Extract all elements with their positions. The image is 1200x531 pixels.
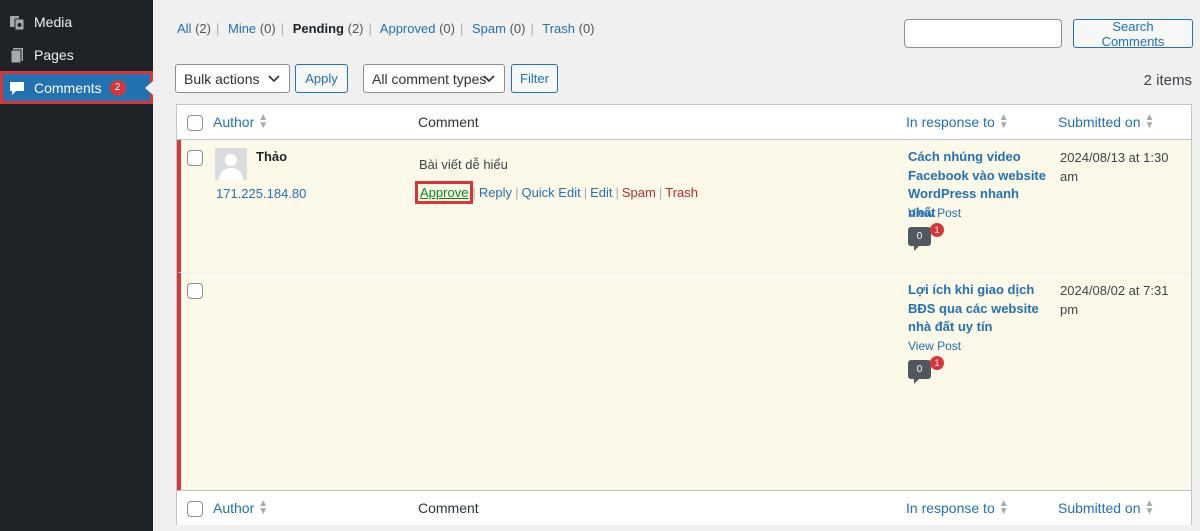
filter-spam[interactable]: Spam xyxy=(472,21,506,36)
sort-in-response-to[interactable]: In response to ▲ ▼ xyxy=(906,498,1009,517)
approved-comments-bubble[interactable]: 0 xyxy=(908,227,931,251)
select-all-checkbox[interactable] xyxy=(187,115,203,131)
avatar xyxy=(215,148,247,180)
status-filter-links: All (2) | Mine (0) | Pending (2) | Approved… xyxy=(177,21,595,36)
column-submitted-label: Submitted on xyxy=(1058,114,1141,130)
filter-approved-count: (0) xyxy=(439,21,455,36)
items-count: 2 items xyxy=(1143,72,1192,89)
view-post-link[interactable]: View Post xyxy=(908,339,961,353)
column-submitted-label: Submitted on xyxy=(1058,500,1141,516)
trash-link[interactable]: Trash xyxy=(665,185,698,200)
sidebar-item-media[interactable]: Media xyxy=(0,5,153,38)
column-response-label: In response to xyxy=(906,500,995,516)
sort-icon: ▲ ▼ xyxy=(1144,112,1155,131)
sort-submitted-on[interactable]: Submitted on ▲ ▼ xyxy=(1058,112,1155,131)
comment-text: Bài viết dễ hiểu xyxy=(419,157,508,172)
sort-icon: ▲ ▼ xyxy=(258,112,269,131)
filter-approved[interactable]: Approved xyxy=(380,21,436,36)
filter-divider: | xyxy=(530,21,534,36)
filter-divider: | xyxy=(368,21,372,36)
comments-count-badge: 2 xyxy=(109,79,126,96)
action-divider: | xyxy=(615,185,619,200)
filter-divider: | xyxy=(280,21,285,36)
filter-pending-count: (2) xyxy=(347,21,364,36)
column-comment-label: Comment xyxy=(418,114,479,130)
spam-link[interactable]: Spam xyxy=(622,185,656,200)
pending-comments-badge: 1 xyxy=(930,223,944,237)
sort-author[interactable]: Author ▲ ▼ xyxy=(213,112,269,131)
column-author-label: Author xyxy=(213,500,255,516)
sort-icon: ▲ ▼ xyxy=(998,112,1009,131)
action-divider: | xyxy=(583,185,588,200)
row-checkbox[interactable] xyxy=(187,150,203,166)
sort-icon: ▲ ▼ xyxy=(998,498,1009,517)
quick-edit-link[interactable]: Quick Edit xyxy=(521,185,580,200)
sidebar-item-label: Media xyxy=(34,13,73,30)
sort-submitted-on[interactable]: Submitted on ▲ ▼ xyxy=(1058,498,1155,517)
filter-trash-count: (0) xyxy=(578,21,595,36)
chevron-down-icon xyxy=(483,75,495,83)
filter-all-count: (2) xyxy=(195,21,211,36)
select-all-checkbox[interactable] xyxy=(187,501,203,517)
row-checkbox[interactable] xyxy=(187,283,203,299)
author-name: Thảo xyxy=(256,149,288,164)
filter-divider: | xyxy=(215,21,220,36)
table-row: Lợi ích khi giao dịch BĐS qua các websit… xyxy=(177,273,1191,490)
approve-link[interactable]: Approve xyxy=(414,181,474,204)
pending-comments-badge: 1 xyxy=(930,356,944,370)
comments-table: Author ▲ ▼ Comment In response to ▲ ▼ Subm… xyxy=(176,104,1192,525)
approved-comments-bubble[interactable]: 0 xyxy=(908,360,931,384)
comments-icon xyxy=(0,79,34,97)
apply-button[interactable]: Apply xyxy=(295,64,348,93)
edit-link[interactable]: Edit xyxy=(590,185,612,200)
filter-mine-count: (0) xyxy=(259,21,276,36)
row-actions: Approve | Reply | Quick Edit | Edit | Spam | Trash xyxy=(414,181,698,204)
submitted-date: 2024/08/13 at 1:30 am xyxy=(1060,150,1169,184)
media-icon xyxy=(0,13,34,31)
table-footer: Author ▲ ▼ Comment In response to ▲ ▼ Subm… xyxy=(177,490,1191,525)
search-comments-input[interactable] xyxy=(904,19,1062,48)
sort-in-response-to[interactable]: In response to ▲ ▼ xyxy=(906,112,1009,131)
filter-mine[interactable]: Mine xyxy=(228,21,256,36)
post-title-link[interactable]: Lợi ích khi giao dịch BĐS qua các websit… xyxy=(908,281,1048,337)
sort-icon: ▲ ▼ xyxy=(1144,498,1155,517)
column-response-label: In response to xyxy=(906,114,995,130)
table-row: Thảo 171.225.184.80 Bài viết dễ hiểu App… xyxy=(177,140,1191,273)
action-divider: | xyxy=(472,185,476,200)
comment-type-value: All comment types xyxy=(372,70,487,87)
bulk-actions-select[interactable]: Bulk actions xyxy=(175,64,290,93)
filter-button[interactable]: Filter xyxy=(511,64,558,93)
filter-all[interactable]: All xyxy=(177,21,191,36)
submitted-date: 2024/08/02 at 7:31 pm xyxy=(1060,283,1169,317)
comment-type-select[interactable]: All comment types xyxy=(363,64,505,93)
sidebar-item-pages[interactable]: Pages xyxy=(0,38,153,71)
pages-icon xyxy=(0,46,34,64)
sort-icon: ▲ ▼ xyxy=(258,498,269,517)
action-divider: | xyxy=(515,185,519,200)
reply-link[interactable]: Reply xyxy=(479,185,512,200)
table-header: Author ▲ ▼ Comment In response to ▲ ▼ Subm… xyxy=(177,105,1191,140)
filter-divider: | xyxy=(459,21,464,36)
filter-pending[interactable]: Pending xyxy=(293,21,344,36)
author-ip-link[interactable]: 171.225.184.80 xyxy=(216,186,306,201)
search-comments-button[interactable]: Search Comments xyxy=(1073,19,1193,49)
sort-author[interactable]: Author ▲ ▼ xyxy=(213,498,269,517)
view-post-link[interactable]: View Post xyxy=(908,206,961,220)
action-divider: | xyxy=(658,185,663,200)
filter-trash[interactable]: Trash xyxy=(542,21,575,36)
column-comment-label: Comment xyxy=(418,500,479,516)
sidebar-item-label: Comments xyxy=(34,79,102,96)
column-author-label: Author xyxy=(213,114,255,130)
filter-spam-count: (0) xyxy=(509,21,526,36)
sidebar-item-comments[interactable]: Comments 2 xyxy=(0,71,153,104)
bulk-actions-value: Bulk actions xyxy=(184,70,260,87)
admin-sidebar: Media Pages Comments 2 xyxy=(0,0,153,531)
sidebar-item-label: Pages xyxy=(34,46,74,63)
chevron-down-icon xyxy=(268,75,280,83)
